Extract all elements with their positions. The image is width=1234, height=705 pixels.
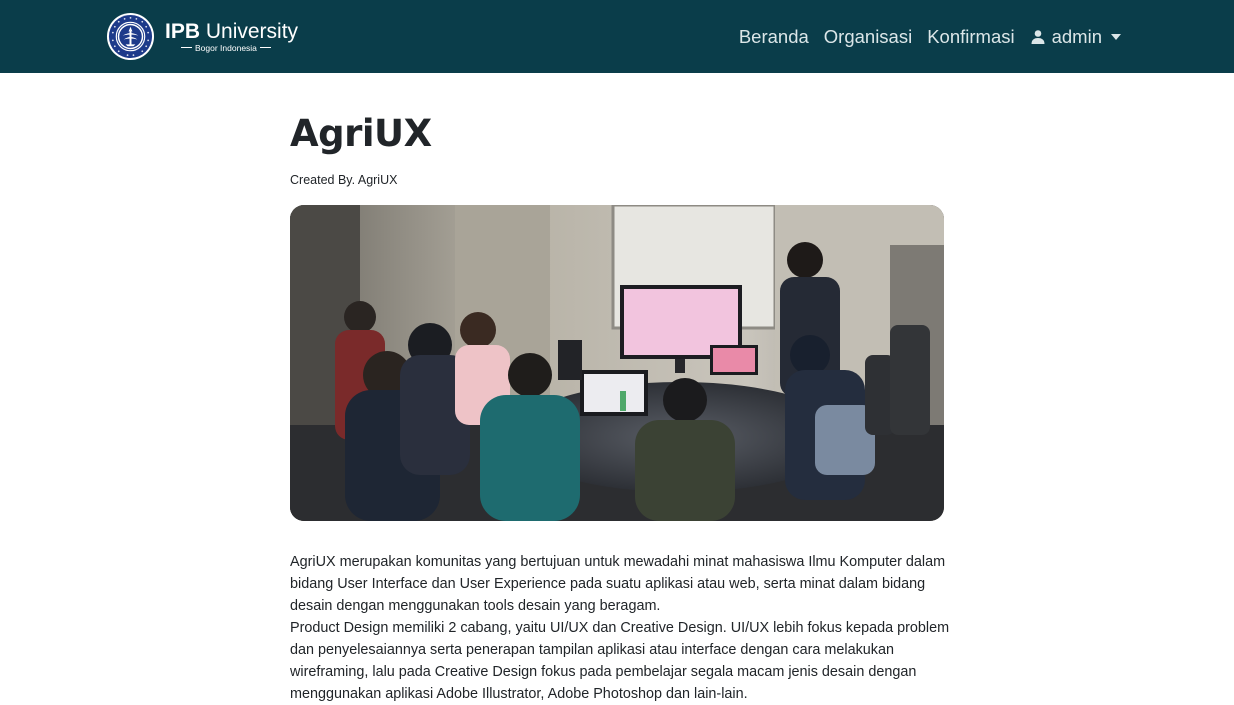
chevron-down-icon	[1111, 34, 1121, 40]
brand-subtitle: Bogor Indonesia	[195, 42, 257, 53]
brand-subtitle-row: Bogor Indonesia	[181, 43, 298, 53]
user-icon	[1031, 30, 1045, 44]
brand-link[interactable]: IPB University Bogor Indonesia	[106, 12, 298, 61]
main-nav: Beranda Organisasi Konfirmasi admin	[724, 24, 1121, 50]
description-paragraph-1: AgriUX merupakan komunitas yang bertujua…	[290, 554, 946, 614]
user-name: admin	[1051, 26, 1102, 47]
brand-name: IPB University	[165, 19, 299, 43]
nav-beranda[interactable]: Beranda	[739, 24, 809, 50]
brand-text: IPB University Bogor Indonesia	[165, 19, 299, 53]
nav-organisasi[interactable]: Organisasi	[824, 24, 912, 50]
group-photo-illustration	[290, 205, 944, 521]
description-paragraph-2: Product Design memiliki 2 cabang, yaitu …	[290, 620, 950, 702]
brand-subtitle-rule-right	[259, 47, 271, 48]
page-title: AgriUX	[290, 112, 432, 155]
brand-subtitle-rule-left	[181, 47, 192, 48]
group-photo	[290, 205, 944, 521]
brand-name-bold: IPB	[165, 19, 201, 43]
brand-name-rest: University	[200, 19, 299, 43]
organization-description: AgriUX merupakan komunitas yang bertujua…	[290, 551, 950, 705]
author-line: Created By. AgriUX	[290, 173, 398, 187]
user-dropdown-toggle[interactable]: admin	[1030, 24, 1121, 50]
ipb-logo-icon	[106, 12, 155, 61]
nav-konfirmasi[interactable]: Konfirmasi	[927, 24, 1014, 50]
top-navbar: IPB University Bogor Indonesia Beranda O…	[0, 0, 1234, 73]
